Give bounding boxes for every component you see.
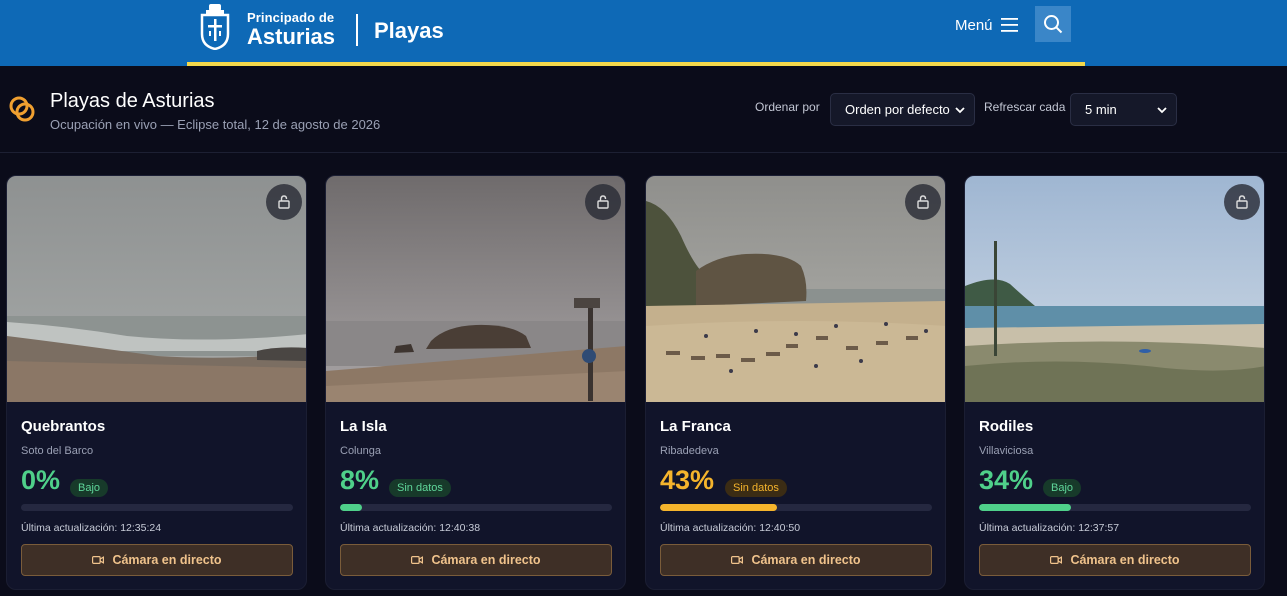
section-title[interactable]: Playas (374, 18, 444, 44)
rings-logo-icon (9, 96, 35, 122)
hamburger-icon (1000, 18, 1018, 32)
lock-icon (1236, 195, 1248, 209)
asturias-crest-logo[interactable] (199, 4, 231, 50)
page-title: Playas de Asturias (50, 90, 215, 112)
occupancy-bar (979, 504, 1251, 511)
beach-card-body: La Franca Ribadedeva 43% Sin datos Últim… (646, 402, 945, 589)
video-camera-icon (1050, 556, 1063, 564)
beach-name: Quebrantos (21, 418, 106, 435)
page-header: Playas de Asturias Ocupación en vivo — E… (0, 66, 1287, 153)
beach-card: Rodiles Villaviciosa 34% Bajo Última act… (964, 175, 1265, 590)
site-header-inner: Principado de Asturias Playas Menú (187, 0, 1085, 66)
sort-label: Ordenar por (755, 100, 820, 114)
occupancy-percent: 8% (340, 465, 380, 495)
lock-button[interactable] (1224, 184, 1260, 220)
beach-name: La Franca (660, 418, 731, 435)
menu-button[interactable]: Menú (955, 14, 1018, 36)
live-camera-button[interactable]: Cámara en directo (340, 544, 612, 576)
menu-label: Menú (955, 16, 993, 34)
refresh-select-value: 5 min (1085, 102, 1117, 117)
beach-webcam-image (646, 176, 945, 402)
search-button[interactable] (1035, 6, 1071, 42)
refresh-select[interactable]: 5 min (1070, 93, 1177, 126)
beach-webcam-image (326, 176, 625, 402)
occupancy-percent: 43% (660, 465, 715, 495)
beach-town: Soto del Barco (21, 445, 94, 457)
beach-webcam-image (965, 176, 1264, 402)
occupancy-percent: 34% (979, 465, 1034, 495)
lock-button[interactable] (585, 184, 621, 220)
beach-town: Colunga (340, 445, 381, 457)
org-name-line1: Principado de (247, 10, 335, 25)
page-subtitle: Ocupación en vivo — Eclipse total, 12 de… (50, 117, 381, 132)
beach-card-body: La Isla Colunga 8% Sin datos Última actu… (326, 402, 625, 589)
occupancy-bar-fill (340, 504, 362, 511)
last-updated: Última actualización: 12:40:50 (660, 522, 801, 534)
beach-town: Villaviciosa (979, 445, 1034, 457)
site-header: Principado de Asturias Playas Menú (0, 0, 1287, 66)
live-camera-button[interactable]: Cámara en directo (979, 544, 1251, 576)
live-camera-label: Cámara en directo (112, 553, 222, 567)
beach-card-body: Quebrantos Soto del Barco 0% Bajo Última… (7, 402, 306, 589)
beach-name: Rodiles (979, 418, 1034, 435)
occupancy-bar-fill (660, 504, 777, 511)
lock-button[interactable] (266, 184, 302, 220)
status-badge: Sin datos (725, 479, 787, 497)
sort-select[interactable]: Orden por defecto (830, 93, 975, 126)
org-name-line2: Asturias (247, 24, 336, 49)
occupancy-bar (660, 504, 932, 511)
header-divider (356, 14, 358, 46)
org-name[interactable]: Principado de Asturias (247, 11, 335, 48)
search-icon (1044, 15, 1063, 34)
last-updated: Última actualización: 12:37:57 (979, 522, 1120, 534)
live-camera-label: Cámara en directo (431, 553, 541, 567)
status-badge: Bajo (70, 479, 109, 497)
last-updated: Última actualización: 12:35:24 (21, 522, 162, 534)
refresh-label: Refrescar cada (984, 100, 1066, 114)
lock-button[interactable] (905, 184, 941, 220)
beach-name: La Isla (340, 418, 387, 435)
lock-icon (597, 195, 609, 209)
beach-town: Ribadedeva (660, 445, 719, 457)
beach-card: La Isla Colunga 8% Sin datos Última actu… (325, 175, 626, 590)
beach-card: Quebrantos Soto del Barco 0% Bajo Última… (6, 175, 307, 590)
occupancy-bar-fill (979, 504, 1072, 511)
live-camera-label: Cámara en directo (1070, 553, 1180, 567)
video-camera-icon (92, 556, 105, 564)
occupancy-bar (340, 504, 612, 511)
lock-icon (917, 195, 929, 209)
occupancy-percent: 0% (21, 465, 61, 495)
beach-card: La Franca Ribadedeva 43% Sin datos Últim… (645, 175, 946, 590)
live-camera-label: Cámara en directo (751, 553, 861, 567)
beach-webcam-image (7, 176, 306, 402)
chevron-down-icon (1157, 107, 1167, 114)
live-camera-button[interactable]: Cámara en directo (21, 544, 293, 576)
video-camera-icon (731, 556, 744, 564)
occupancy-bar (21, 504, 293, 511)
video-camera-icon (411, 556, 424, 564)
sort-select-value: Orden por defecto (845, 102, 950, 117)
beach-card-body: Rodiles Villaviciosa 34% Bajo Última act… (965, 402, 1264, 589)
lock-icon (278, 195, 290, 209)
status-badge: Sin datos (389, 479, 451, 497)
status-badge: Bajo (1043, 479, 1082, 497)
live-camera-button[interactable]: Cámara en directo (660, 544, 932, 576)
chevron-down-icon (955, 107, 965, 114)
last-updated: Última actualización: 12:40:38 (340, 522, 481, 534)
